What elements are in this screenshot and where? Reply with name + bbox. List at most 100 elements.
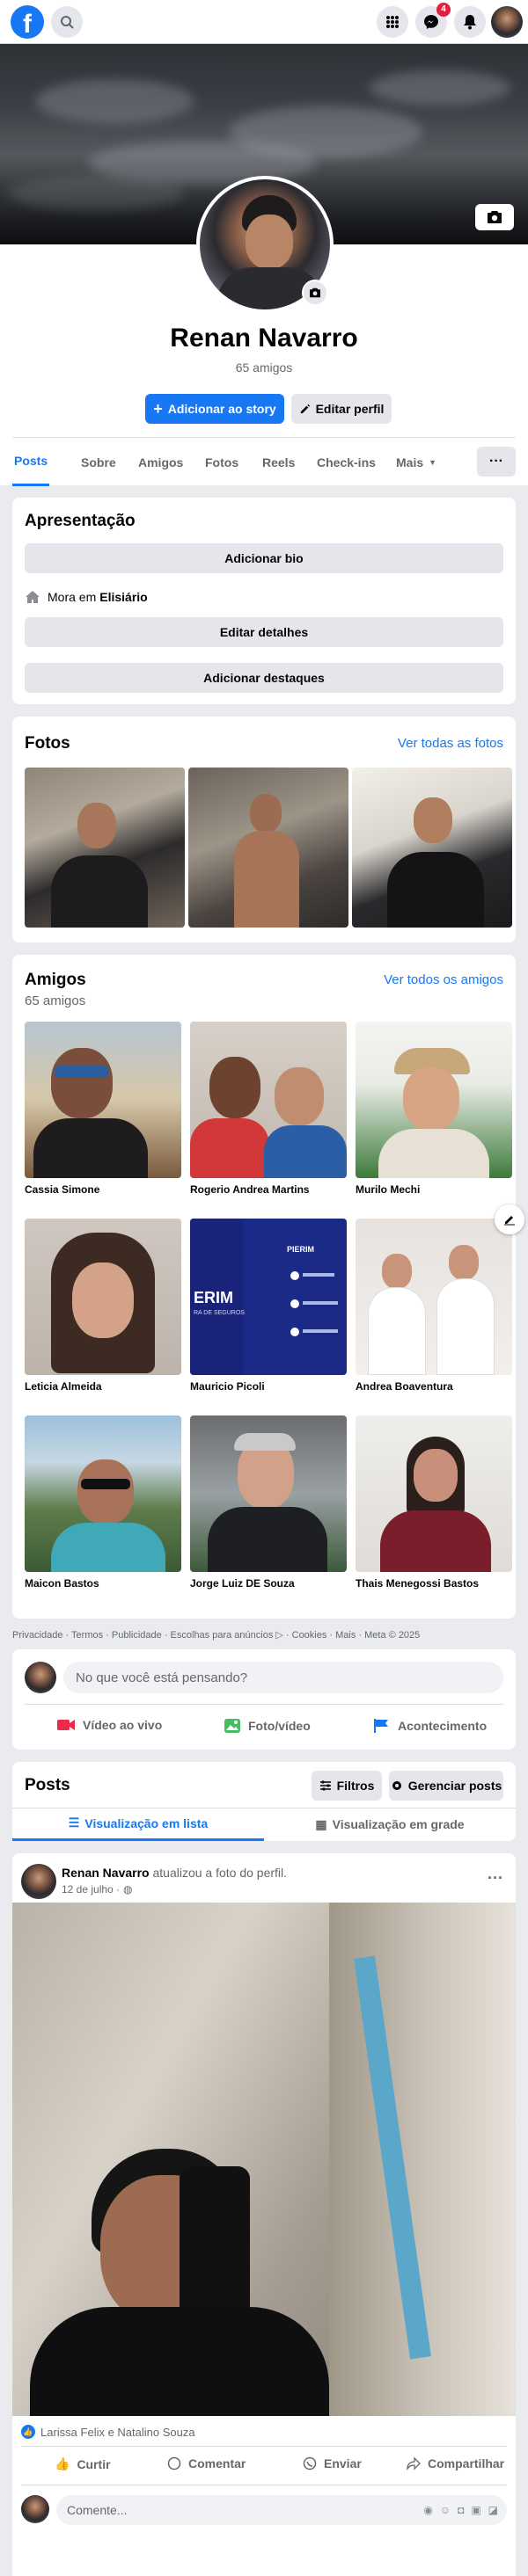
post-author[interactable]: Renan Navarro (62, 1866, 150, 1880)
tab-checkins[interactable]: Check-ins (317, 438, 376, 486)
see-all-friends-link[interactable]: Ver todos os amigos (384, 972, 503, 987)
friend-photo[interactable] (25, 1415, 181, 1572)
friend-name[interactable]: Rogerio Andrea Martins (190, 1183, 310, 1196)
add-featured-button[interactable]: Adicionar destaques (25, 663, 503, 693)
friend-name[interactable]: Jorge Luiz DE Souza (190, 1577, 295, 1590)
account-avatar[interactable] (491, 6, 523, 38)
menu-button[interactable] (377, 6, 408, 38)
live-video-button[interactable]: Vídeo ao vivo (56, 1718, 162, 1732)
like-button[interactable]: 👍 Curtir (55, 2456, 111, 2471)
emoji-icon[interactable]: ☺ (440, 2504, 451, 2516)
tab-about[interactable]: Sobre (81, 438, 116, 486)
add-story-label: Adicionar ao story (167, 402, 276, 416)
reactions-text: Larissa Felix e Natalino Souza (40, 2425, 195, 2439)
edit-featured-button[interactable] (495, 1204, 524, 1234)
photo-thumbnail[interactable] (188, 768, 348, 928)
list-icon: ☰ (68, 1816, 80, 1830)
manage-posts-button[interactable]: Gerenciar posts (389, 1771, 503, 1801)
edit-avatar-button[interactable] (302, 280, 328, 306)
share-button[interactable]: Compartilhar (407, 2456, 504, 2470)
footer-links[interactable]: Privacidade · Termos · Publicidade · Esc… (12, 1629, 516, 1641)
friend-name[interactable]: Cassia Simone (25, 1183, 99, 1196)
home-icon (26, 591, 40, 603)
tab-photos[interactable]: Fotos (205, 438, 238, 486)
send-button[interactable]: Enviar (303, 2456, 362, 2470)
camera-icon (310, 287, 320, 298)
reactions-row[interactable]: 👍 Larissa Felix e Natalino Souza (21, 2425, 195, 2439)
search-icon (61, 16, 74, 29)
comment-input[interactable]: Comente... ◉ ☺ ◘ ▣ ◪ (56, 2495, 507, 2525)
friend-name[interactable]: Maicon Bastos (25, 1577, 99, 1590)
plus-icon: + (153, 400, 163, 418)
friend-photo[interactable] (356, 1022, 512, 1178)
grid-icon: ▦ (315, 1816, 327, 1831)
comment-tools: ◉ ☺ ◘ ▣ ◪ (423, 2504, 498, 2516)
edit-icon (504, 1216, 515, 1226)
comment-placeholder: Comente... (67, 2503, 128, 2517)
friend-name[interactable]: Andrea Boaventura (356, 1380, 453, 1393)
live-video-label: Vídeo ao vivo (83, 1718, 163, 1732)
post-date[interactable]: 12 de julho · (62, 1883, 120, 1896)
more-options-button[interactable]: ··· (477, 447, 516, 477)
composer-avatar[interactable] (25, 1662, 56, 1693)
profile-friends-count[interactable]: 65 amigos (0, 360, 528, 375)
like-reaction-icon: 👍 (21, 2425, 35, 2439)
friend-name[interactable]: Thais Menegossi Bastos (356, 1577, 479, 1590)
photo-thumbnail[interactable] (352, 768, 512, 928)
friend-photo[interactable] (25, 1022, 181, 1178)
tab-reels[interactable]: Reels (262, 438, 295, 486)
filters-button[interactable]: Filtros (312, 1771, 382, 1801)
see-all-photos-link[interactable]: Ver todas as fotos (398, 736, 503, 751)
grid-view-tab[interactable]: ▦ Visualização em grade (264, 1808, 516, 1841)
intro-card: Apresentação Adicionar bio Mora em Elisi… (12, 498, 516, 704)
post-action: atualizou a foto do perfil. (152, 1866, 288, 1880)
friend-photo[interactable]: ERIM RA DE SEGUROS PIERIM (190, 1219, 347, 1375)
post-author-avatar[interactable] (21, 1864, 56, 1899)
search-button[interactable] (51, 6, 83, 38)
friend-photo[interactable] (190, 1022, 347, 1178)
composer-input[interactable]: No que você está pensando? (63, 1662, 503, 1693)
video-camera-icon (57, 1720, 75, 1730)
card-brand-partial: ERIM (194, 1289, 233, 1306)
edit-details-button[interactable]: Editar detalhes (25, 617, 503, 647)
photo-icon (224, 1719, 240, 1733)
post-card: Renan Navarro atualizou a foto do perfil… (12, 1853, 516, 2576)
edit-cover-button[interactable] (475, 204, 514, 230)
friend-photo[interactable] (190, 1415, 347, 1572)
post-options-button[interactable]: ··· (488, 1869, 503, 1888)
friend-name[interactable]: Leticia Almeida (25, 1380, 102, 1393)
photo-thumbnail[interactable] (25, 768, 185, 928)
friend-name[interactable]: Murilo Mechi (356, 1183, 420, 1196)
friend-photo[interactable] (356, 1219, 512, 1375)
commenter-avatar[interactable] (21, 2495, 49, 2523)
edit-profile-button[interactable]: Editar perfil (291, 394, 392, 424)
facebook-logo[interactable]: f (11, 5, 44, 39)
grid-menu-icon (386, 16, 399, 28)
tab-posts[interactable]: Posts (12, 438, 50, 486)
avatar-sticker-icon[interactable]: ◉ (423, 2504, 432, 2516)
tab-more[interactable]: Mais ▼ (396, 438, 436, 486)
friend-name[interactable]: Mauricio Picoli (190, 1380, 265, 1393)
notifications-button[interactable] (454, 6, 486, 38)
profile-name: Renan Navarro (170, 324, 358, 353)
pencil-icon (300, 404, 310, 413)
post-meta: 12 de julho · ◍ (62, 1883, 133, 1896)
tab-friends[interactable]: Amigos (138, 438, 183, 486)
send-label: Enviar (324, 2456, 362, 2470)
add-bio-button[interactable]: Adicionar bio (25, 543, 503, 573)
gif-icon[interactable]: ▣ (471, 2504, 480, 2516)
photo-video-button[interactable]: Foto/vídeo (224, 1718, 311, 1734)
friend-photo[interactable] (356, 1415, 512, 1572)
life-event-button[interactable]: Acontecimento (373, 1718, 487, 1734)
post-photo[interactable] (12, 1903, 516, 2416)
camera-icon[interactable]: ◘ (458, 2504, 464, 2516)
sticker-icon[interactable]: ◪ (488, 2504, 498, 2516)
photo-video-label: Foto/vídeo (248, 1719, 311, 1733)
messenger-button[interactable]: 4 (415, 3, 451, 38)
intro-title: Apresentação (25, 512, 136, 530)
lives-in-city[interactable]: Elisiário (99, 590, 147, 604)
add-story-button[interactable]: + Adicionar ao story (145, 394, 284, 424)
list-view-tab[interactable]: ☰ Visualização em lista (12, 1808, 264, 1841)
friend-photo[interactable] (25, 1219, 181, 1375)
comment-button[interactable]: Comentar (167, 2456, 246, 2470)
